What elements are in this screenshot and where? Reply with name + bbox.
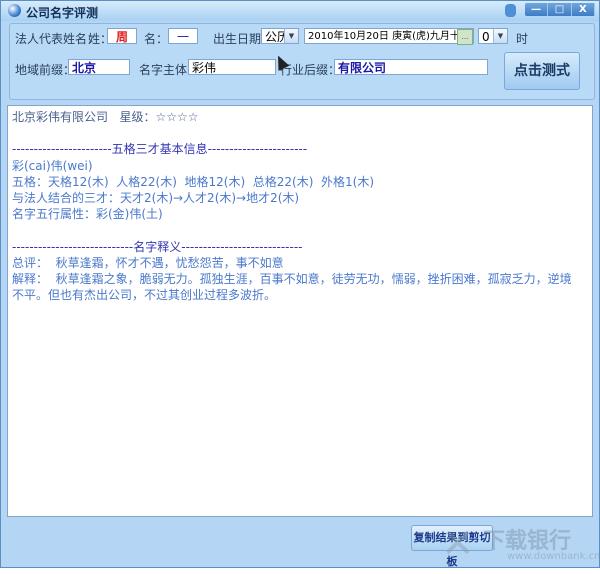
maximize-button[interactable]: □: [548, 3, 572, 16]
input-panel: 法人代表姓名： 姓： 周 名： 一 出生日期： 公历 ▼ 2010年10月20日…: [9, 23, 595, 100]
app-icon: [8, 4, 21, 17]
title-bar: 公司名字评测 — □ X: [1, 1, 599, 21]
section-header: -----------------------五格三才基本信息---------…: [12, 142, 308, 157]
result-line: 彩(cai)伟(wei): [12, 158, 93, 173]
minimize-button[interactable]: —: [525, 3, 549, 16]
app-window: 公司名字评测 — □ X 法人代表姓名： 姓： 周 名： 一 出生日期： 公历 …: [0, 0, 600, 568]
hour-value: 0: [482, 30, 490, 44]
given-name-label: 名：: [144, 32, 169, 46]
chevron-down-icon[interactable]: ▼: [493, 29, 507, 43]
result-line: 不平。但也有杰出公司，不过其创业过程多波折。: [12, 288, 277, 303]
birth-date-value: 2010年10月20日 庚寅(虎)九月十三: [308, 31, 470, 42]
result-line: 名字五行属性：彩(金)伟(土): [12, 207, 163, 222]
result-line: 与法人结合的三才：天才2(木)→人才2(木)→地才2(木): [12, 190, 300, 205]
close-button[interactable]: X: [572, 3, 595, 16]
suffix-input[interactable]: 有限公司: [334, 59, 488, 75]
skin-icon[interactable]: [505, 4, 516, 17]
name-main-input[interactable]: 彩伟: [188, 59, 276, 75]
result-line: 北京彩伟有限公司 星级：☆☆☆☆: [12, 110, 199, 124]
hour-unit-label: 时: [516, 32, 529, 46]
region-input[interactable]: 北京: [68, 59, 130, 75]
result-line: [12, 125, 588, 141]
chevron-down-icon[interactable]: ▼: [284, 29, 298, 43]
watermark-name: 下载银行: [483, 529, 572, 554]
calendar-select[interactable]: 公历 ▼: [261, 28, 299, 44]
result-line: 五格：天格12(木) 人格22(木) 地格12(木) 总格22(木) 外格1(木…: [12, 174, 375, 189]
date-picker-button[interactable]: ...: [457, 29, 473, 45]
result-line: 解释： 秋草逢霜之象，脆弱无力。孤独生涯，百事不如意，徒劳无功，懦弱，挫折困难，…: [12, 271, 572, 286]
legal-name-label: 法人代表姓名：: [15, 32, 100, 46]
surname-input[interactable]: 周: [107, 28, 137, 44]
result-textarea[interactable]: 北京彩伟有限公司 星级：☆☆☆☆ -----------------------…: [7, 105, 593, 517]
watermark-url: www.downbank.cn: [507, 551, 600, 562]
copy-to-clipboard-button[interactable]: 复制结果到剪切板: [411, 525, 493, 568]
birth-date-input[interactable]: 2010年10月20日 庚寅(虎)九月十三 ...: [304, 28, 474, 45]
result-line: [12, 222, 588, 238]
given-name-input[interactable]: 一: [168, 28, 198, 44]
hour-select[interactable]: 0 ▼: [478, 28, 508, 44]
test-button[interactable]: 点击测式: [504, 52, 580, 90]
result-line: 总评： 秋草逢霜，怀才不遇，忧愁怨苦，事不如意: [12, 255, 284, 270]
window-title: 公司名字评测: [26, 6, 99, 20]
section-header: ----------------------------名字释义--------…: [12, 239, 303, 254]
suffix-label: 行业后缀：: [280, 63, 341, 77]
region-label: 地域前缀：: [15, 63, 76, 77]
